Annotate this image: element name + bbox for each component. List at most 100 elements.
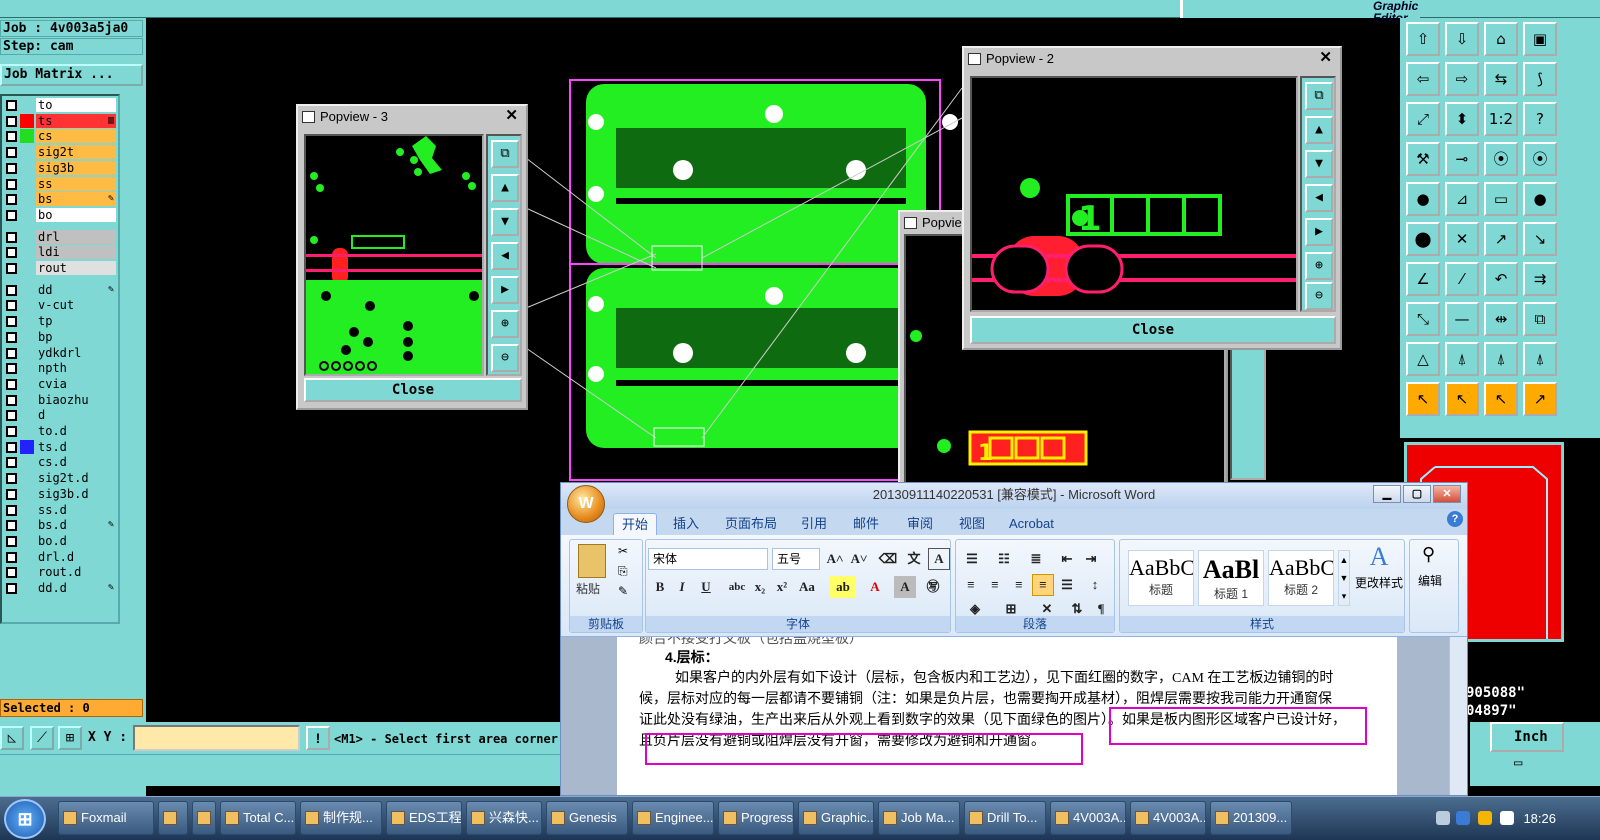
layer-row[interactable]: ts.d <box>4 439 118 455</box>
tool-3-icon[interactable]: ▣ <box>1523 22 1557 56</box>
zoom-in-icon[interactable]: ⊕ <box>1305 252 1333 280</box>
layer-row[interactable]: drl.d <box>4 549 118 565</box>
maximize-icon[interactable]: ▢ <box>1403 485 1431 503</box>
tab-4[interactable]: 邮件 <box>845 513 887 535</box>
layer-checkbox[interactable] <box>6 394 17 406</box>
xy-input[interactable] <box>133 725 300 751</box>
tool-2-icon[interactable]: ⌂ <box>1484 22 1518 56</box>
font-size-combo[interactable]: 五号 <box>772 548 820 570</box>
pan-down-icon[interactable]: ▼ <box>491 208 519 236</box>
styles-scroll-icon[interactable]: ▲ ▼ ▾ <box>1338 550 1350 606</box>
tool-25-icon[interactable]: ⁄ <box>1445 262 1479 296</box>
tool-28-icon[interactable]: ⤡ <box>1406 302 1440 336</box>
start-button[interactable]: ⊞ <box>4 799 46 839</box>
layer-checkbox[interactable] <box>6 231 17 243</box>
tool-21-icon[interactable]: ✕ <box>1445 222 1479 256</box>
layer-row[interactable]: bo <box>4 207 118 223</box>
justify-icon[interactable]: ≡ <box>1032 574 1054 596</box>
tool-32-icon[interactable]: △ <box>1406 342 1440 376</box>
binoculars-icon[interactable]: ⚲ <box>1422 544 1435 565</box>
superscript-icon[interactable]: x² <box>772 576 792 598</box>
taskbar-item[interactable]: 4V003A... <box>1130 801 1206 835</box>
phonetic-icon[interactable]: 文 <box>902 548 926 570</box>
layer-checkbox[interactable] <box>6 488 17 500</box>
tool-4-icon[interactable]: ⇦ <box>1406 62 1440 96</box>
exclamation-icon[interactable]: ! <box>306 726 330 750</box>
tool-12-icon[interactable]: ⚒ <box>1406 142 1440 176</box>
layer-row[interactable]: bs ✎ <box>4 192 118 207</box>
help-icon[interactable] <box>1456 811 1470 825</box>
tool-13-icon[interactable]: ⊸ <box>1445 142 1479 176</box>
layer-row[interactable]: to <box>4 98 118 113</box>
change-styles-label[interactable]: 更改样式 <box>1354 574 1404 591</box>
layer-checkbox[interactable] <box>6 209 17 221</box>
tool-23-icon[interactable]: ↘ <box>1523 222 1557 256</box>
popview-2-close-button[interactable]: Close <box>970 316 1336 344</box>
layer-checkbox[interactable] <box>6 583 17 594</box>
tool-20-icon[interactable]: ⬤ <box>1406 222 1440 256</box>
layer-row[interactable]: dd ✎ <box>4 282 118 298</box>
layer-checkbox[interactable] <box>6 284 17 296</box>
tool-19-icon[interactable]: ● <box>1523 182 1557 216</box>
taskbar-item[interactable]: Progress <box>718 801 794 835</box>
tool-35-icon[interactable]: ⍋ <box>1523 342 1557 376</box>
strike-icon[interactable]: abc <box>726 576 748 598</box>
layer-checkbox[interactable] <box>6 551 17 563</box>
layer-row[interactable]: tp <box>4 314 118 329</box>
numbering-icon[interactable]: ☷ <box>992 548 1016 570</box>
tab-7[interactable]: Acrobat <box>1001 513 1062 535</box>
units-selector[interactable]: Inch ▭ <box>1490 722 1564 771</box>
layer-checkbox[interactable] <box>6 316 17 328</box>
tool-27-icon[interactable]: ⇉ <box>1523 262 1557 296</box>
tool-18-icon[interactable]: ▭ <box>1484 182 1518 216</box>
taskbar-item[interactable] <box>192 801 216 835</box>
taskbar-item[interactable]: Drill To... <box>964 801 1046 835</box>
taskbar-item[interactable]: 201309... <box>1210 801 1292 835</box>
highlight-icon[interactable]: ab <box>830 576 856 598</box>
layer-row[interactable]: to.d <box>4 424 118 439</box>
edit-label[interactable]: 编辑 <box>1418 572 1442 589</box>
tool-11-icon[interactable]: ? <box>1523 102 1557 136</box>
zoom-out-icon[interactable]: ⊖ <box>1305 282 1333 310</box>
pan-right-icon[interactable]: ▶ <box>1305 218 1333 246</box>
layer-row[interactable]: ldi <box>4 245 118 260</box>
tab-2[interactable]: 页面布局 <box>717 513 785 535</box>
taskbar-item[interactable]: Total C... <box>220 801 296 835</box>
tool-7-icon[interactable]: ⟆ <box>1523 62 1557 96</box>
layer-checkbox[interactable] <box>6 263 17 274</box>
layer-checkbox[interactable] <box>6 410 17 422</box>
font-color-icon[interactable]: A <box>862 576 888 598</box>
popview-3-close-button[interactable]: Close <box>304 378 522 402</box>
paste-label[interactable]: 粘贴 <box>576 580 600 597</box>
tool-37-icon[interactable]: ↖ <box>1445 382 1479 416</box>
pan-left-icon[interactable]: ◀ <box>491 242 519 270</box>
paste-icon[interactable] <box>578 544 606 578</box>
taskbar-item[interactable]: Foxmail <box>58 801 154 835</box>
change-case-icon[interactable]: Aa <box>794 576 820 598</box>
zoom-home-icon[interactable]: ⧉ <box>1305 82 1333 110</box>
layer-checkbox[interactable] <box>6 426 17 437</box>
pan-right-icon[interactable]: ▶ <box>491 276 519 304</box>
zoom-out-icon[interactable]: ⊖ <box>491 344 519 372</box>
multilevel-icon[interactable]: ≣ <box>1024 548 1048 570</box>
grow-font-icon[interactable]: A˄ <box>824 548 846 570</box>
change-styles-icon[interactable]: A <box>1354 542 1404 572</box>
subscript-icon[interactable]: x₂ <box>750 576 770 598</box>
layer-checkbox[interactable] <box>6 147 17 159</box>
tab-6[interactable]: 视图 <box>951 513 993 535</box>
layer-row[interactable]: rout.d <box>4 565 118 580</box>
popview-3-canvas[interactable] <box>304 134 484 376</box>
layer-checkbox[interactable] <box>6 457 17 469</box>
close-icon[interactable]: ✕ <box>1319 48 1332 66</box>
grid-icon[interactable]: ⊞ <box>58 726 82 750</box>
tool-36-icon[interactable]: ↖ <box>1406 382 1440 416</box>
close-icon[interactable]: ✕ <box>1433 485 1461 503</box>
tool-5-icon[interactable]: ⇨ <box>1445 62 1479 96</box>
style-heading-1[interactable]: AaBl 标题 1 <box>1198 550 1264 606</box>
layer-row[interactable]: d <box>4 408 118 423</box>
tool-31-icon[interactable]: ⧉ <box>1523 302 1557 336</box>
pan-up-icon[interactable]: ▲ <box>1305 116 1333 144</box>
layer-checkbox[interactable] <box>6 115 17 127</box>
bold-icon[interactable]: B <box>650 576 670 598</box>
layer-row[interactable]: sig3b.d <box>4 486 118 502</box>
